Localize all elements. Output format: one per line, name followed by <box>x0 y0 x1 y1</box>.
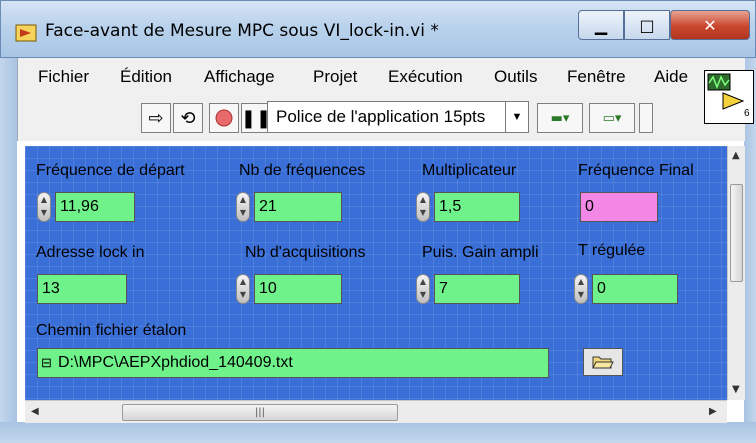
menu-fichier[interactable]: Fichier <box>38 67 89 87</box>
window-frame-bottom <box>0 422 756 443</box>
vi-icon-number: 6 <box>744 108 750 119</box>
label-temperature: T régulée <box>578 242 646 259</box>
spinner-temperature[interactable]: ▲ ▼ <box>574 274 588 304</box>
minimize-icon: ▁ <box>594 15 608 35</box>
front-panel: Fréquence de départ ▲ ▼ 11,96 Nb de fréqu… <box>25 146 727 400</box>
run-continuously-icon: ⟲ <box>180 107 196 129</box>
indicator-freq-final: 0 <box>580 192 658 222</box>
input-multiplier[interactable]: 1,5 <box>434 192 520 222</box>
abort-button[interactable] <box>209 103 239 133</box>
minimize-button[interactable]: ▁ <box>578 10 624 40</box>
distribute-icon: ▭▾ <box>602 110 622 126</box>
menu-execution[interactable]: Exécution <box>388 67 463 87</box>
scroll-left-icon[interactable]: ◀ <box>31 406 39 417</box>
spinner-nb-acq[interactable]: ▲ ▼ <box>236 274 250 304</box>
label-calib-path: Chemin fichier étalon <box>36 322 187 339</box>
folder-open-icon <box>592 356 614 369</box>
chevron-down-icon[interactable]: ▼ <box>505 102 528 132</box>
close-button[interactable]: ✕ <box>670 10 750 40</box>
label-freq-final: Fréquence Final <box>578 162 694 179</box>
label-lockin-address: Adresse lock in <box>36 244 145 261</box>
menu-aide[interactable]: Aide <box>654 67 688 87</box>
horizontal-scroll-thumb[interactable]: ||| <box>122 404 398 421</box>
spinner-nb-freq[interactable]: ▲ ▼ <box>236 192 250 222</box>
menu-fenetre[interactable]: Fenêtre <box>567 67 626 87</box>
spinner-gain[interactable]: ▲ ▼ <box>416 274 430 304</box>
calib-path-value: D:\MPC\AEPXphdiod_140409.txt <box>58 354 293 371</box>
input-lockin-address[interactable]: 13 <box>37 274 127 304</box>
run-continuously-button[interactable]: ⟲ <box>173 103 203 133</box>
menu-affichage[interactable]: Affichage <box>204 67 275 87</box>
input-gain[interactable]: 7 <box>434 274 520 304</box>
horizontal-scrollbar[interactable]: ◀ ||| ▶ <box>25 400 727 423</box>
browse-button[interactable] <box>583 348 623 376</box>
vertical-scroll-thumb[interactable] <box>730 184 743 282</box>
scroll-right-icon[interactable]: ▶ <box>709 406 717 417</box>
input-nb-acq[interactable]: 10 <box>254 274 342 304</box>
labview-app-icon <box>15 24 37 42</box>
label-multiplier: Multiplicateur <box>422 162 517 179</box>
input-temperature[interactable]: 0 <box>592 274 678 304</box>
font-selector-label: Police de l'application 15pts <box>276 107 486 126</box>
window-title: Face-avant de Mesure MPC sous VI_lock-in… <box>45 21 439 41</box>
title-bar[interactable]: Face-avant de Mesure MPC sous VI_lock-in… <box>0 0 756 58</box>
close-icon: ✕ <box>703 15 717 35</box>
menu-edition[interactable]: Édition <box>120 67 172 87</box>
run-button[interactable]: ⇨ <box>141 103 171 133</box>
label-nb-acq: Nb d'acquisitions <box>245 244 366 261</box>
label-nb-freq: Nb de fréquences <box>239 162 366 179</box>
align-icon: ▬▾ <box>550 110 570 126</box>
font-selector[interactable]: Police de l'application 15pts ▼ <box>267 101 529 133</box>
label-gain: Puis. Gain ampli <box>422 244 539 261</box>
input-freq-start[interactable]: 11,96 <box>55 192 135 222</box>
maximize-button[interactable]: □ <box>624 10 670 40</box>
resize-objects-button[interactable] <box>639 103 653 133</box>
vi-icon[interactable]: 6 <box>704 70 754 124</box>
window-frame-left <box>0 58 17 443</box>
waveform-icon: 6 <box>707 73 750 119</box>
menu-projet[interactable]: Projet <box>313 67 357 87</box>
spinner-multiplier[interactable]: ▲ ▼ <box>416 192 430 222</box>
run-arrow-icon: ⇨ <box>148 107 164 129</box>
align-objects-button[interactable]: ▬▾ <box>537 103 583 133</box>
scroll-down-icon[interactable]: ▼ <box>732 384 740 395</box>
toolbar: ⇨ ⟲ ❚❚ Police de l'application 15pts ▼ ▬… <box>17 95 745 141</box>
vertical-scrollbar[interactable]: ▲ ▼ <box>727 146 745 400</box>
spinner-freq-start[interactable]: ▲ ▼ <box>37 192 51 222</box>
input-nb-freq[interactable]: 21 <box>254 192 342 222</box>
input-calib-path[interactable]: ⊟ D:\MPC\AEPXphdiod_140409.txt <box>37 348 549 378</box>
label-freq-start: Fréquence de départ <box>36 162 185 179</box>
scroll-up-icon[interactable]: ▲ <box>732 150 740 161</box>
path-icon: ⊟ <box>41 355 52 370</box>
maximize-icon: □ <box>639 15 655 35</box>
menu-bar: Fichier Édition Affichage Projet Exécuti… <box>17 58 745 95</box>
menu-outils[interactable]: Outils <box>494 67 537 87</box>
distribute-objects-button[interactable]: ▭▾ <box>589 103 635 133</box>
labview-front-panel-window: Face-avant de Mesure MPC sous VI_lock-in… <box>0 0 756 443</box>
abort-icon <box>215 109 233 127</box>
